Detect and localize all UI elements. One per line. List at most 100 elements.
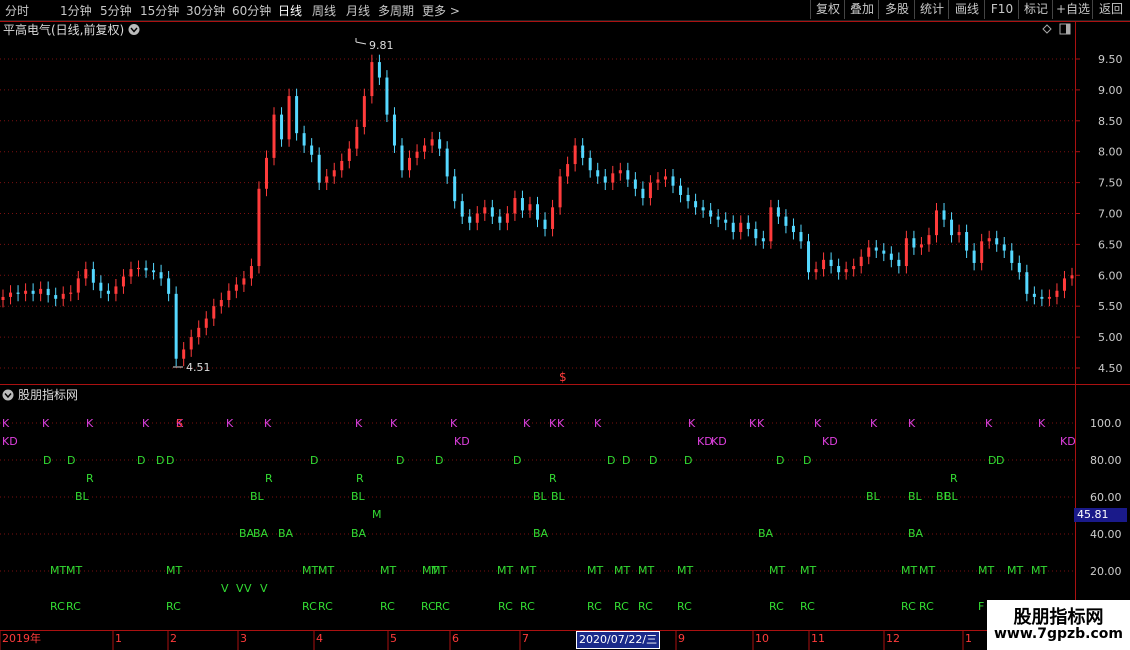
- signal-label: RC: [421, 600, 436, 613]
- signal-label: D: [776, 454, 784, 467]
- signal-label: K: [757, 417, 765, 430]
- signal-label: K: [42, 417, 50, 430]
- candle-body: [528, 204, 532, 211]
- candle-body: [837, 266, 841, 273]
- signal-label: MT: [677, 564, 693, 577]
- signal-label: K: [870, 417, 878, 430]
- candle-body: [219, 300, 223, 307]
- candle-body: [355, 126, 359, 149]
- signal-label: MT: [380, 564, 396, 577]
- signal-label: K: [226, 417, 234, 430]
- candle-body: [513, 198, 517, 214]
- price-tick-label: 6.00: [1098, 269, 1123, 282]
- time-tick-label: 10: [755, 632, 769, 645]
- signal-label: MT: [1007, 564, 1023, 577]
- signal-label: MT: [318, 564, 334, 577]
- indicator-signals: K K K K K K K K K K K K K K K K K K K K K KKD KD KDKD KD KDD D D D D D…: [2, 417, 1076, 613]
- watermark-url: www.7gpzb.com: [993, 626, 1123, 642]
- signal-label: BA: [908, 527, 924, 540]
- kline-chart[interactable]: 平高电气(日线,前复权) 9.50 9.00 8.50 8.00 7.50 7.00 6.5…: [0, 0, 1130, 650]
- current-indicator-value: 45.81: [1074, 508, 1127, 522]
- signal-label: R: [356, 472, 364, 485]
- signal-label: K: [2, 417, 10, 430]
- signal-label: MT: [520, 564, 536, 577]
- candle-body: [370, 62, 374, 97]
- candle-body: [874, 247, 878, 251]
- candle-body: [114, 286, 118, 294]
- candle-body: [1010, 250, 1014, 263]
- candle-body: [648, 182, 652, 199]
- title-dropdown-icon[interactable]: [128, 24, 140, 35]
- candle-body: [889, 253, 893, 260]
- signal-label: RC: [166, 600, 181, 613]
- candle-body: [174, 293, 178, 359]
- candle-body: [957, 232, 961, 236]
- candle-body: [656, 179, 660, 183]
- signal-label: K: [549, 417, 557, 430]
- candle-body: [867, 247, 871, 257]
- candle-body: [490, 207, 494, 217]
- candle-body: [754, 228, 758, 239]
- signal-label: D: [996, 454, 1004, 467]
- candle-body: [377, 62, 381, 78]
- candle-body: [39, 288, 43, 294]
- indicator-dropdown-icon[interactable]: [2, 389, 14, 401]
- signal-label: BL: [944, 490, 959, 503]
- candle-body: [633, 179, 637, 189]
- signal-label: RC: [498, 600, 513, 613]
- price-tick-label: 9.50: [1098, 53, 1123, 66]
- candle-body: [716, 216, 720, 220]
- high-label: 9.81: [369, 39, 394, 52]
- indicator-tick-label: 40.00: [1090, 528, 1122, 541]
- signal-label: MT: [901, 564, 917, 577]
- candle-body: [1040, 296, 1044, 299]
- signal-label: RC: [66, 600, 81, 613]
- candle-body: [129, 269, 133, 277]
- signal-label: RC: [901, 600, 916, 613]
- candle-body: [99, 282, 103, 291]
- candle-body: [679, 185, 683, 195]
- candle-body: [1070, 275, 1074, 279]
- indicator-title: 股朋指标网: [18, 387, 78, 402]
- signal-label: RC: [50, 600, 65, 613]
- candle-body: [453, 176, 457, 202]
- candle-body: [686, 194, 690, 202]
- candle-body: [392, 114, 396, 146]
- candle-body: [152, 270, 156, 273]
- dollar-marker: $: [559, 370, 567, 384]
- diamond-icon[interactable]: [1042, 24, 1052, 34]
- signal-label: MT: [431, 564, 447, 577]
- indicator-tick-label: 100.0: [1090, 417, 1122, 430]
- candle-body: [573, 145, 577, 165]
- candle-body: [1017, 262, 1021, 273]
- candle-body: [295, 96, 299, 134]
- price-tick-label: 5.00: [1098, 331, 1123, 344]
- signal-label: D: [803, 454, 811, 467]
- signal-label: V: [221, 582, 229, 595]
- candle-body: [536, 204, 539, 220]
- signal-label: RC: [677, 600, 692, 613]
- candle-body: [69, 292, 73, 294]
- signal-label: R: [265, 472, 273, 485]
- candle-body: [1032, 293, 1036, 297]
- indicator-tick-label: 80.00: [1090, 454, 1122, 467]
- candle-body: [242, 278, 246, 285]
- candle-body: [340, 160, 344, 171]
- price-tick-label: 7.50: [1098, 177, 1123, 190]
- candle-body: [9, 292, 13, 297]
- candle-body: [212, 306, 216, 319]
- signal-label: D: [156, 454, 164, 467]
- candle-body: [197, 327, 201, 338]
- price-tick-label: 8.50: [1098, 115, 1123, 128]
- signal-label: BA: [278, 527, 294, 540]
- candle-body: [1062, 278, 1066, 291]
- candle-body: [144, 267, 148, 271]
- candle-body: [822, 259, 826, 270]
- candle-body: [475, 213, 479, 223]
- candle-body: [234, 284, 238, 291]
- candle-body: [776, 207, 780, 217]
- signal-label: K: [142, 417, 150, 430]
- candle-body: [362, 96, 366, 127]
- signal-label: D: [137, 454, 145, 467]
- signal-label: R: [549, 472, 557, 485]
